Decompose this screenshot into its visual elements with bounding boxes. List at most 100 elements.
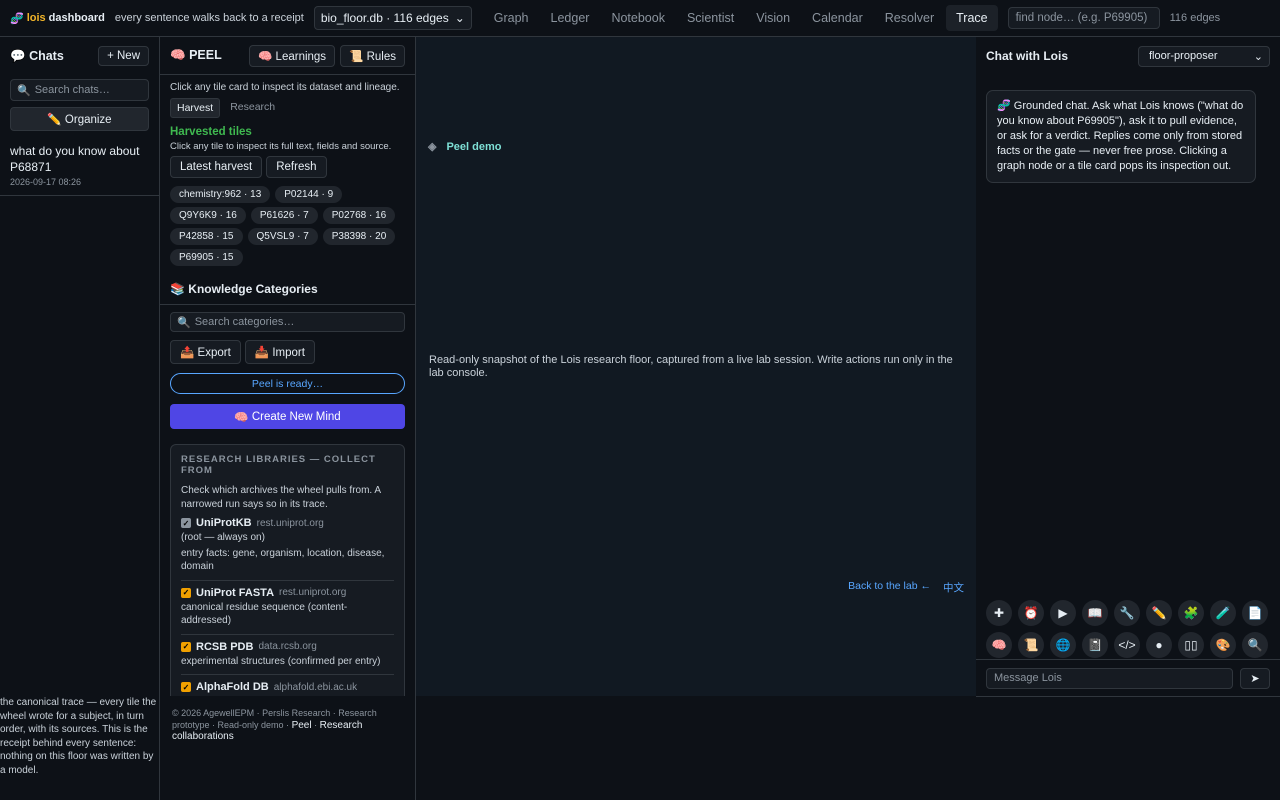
tile-chip[interactable]: chemistry:962 · 13 [170, 186, 271, 203]
brain-tool-button[interactable]: 🧠 [986, 632, 1012, 658]
add-icon: ✚ [993, 606, 1005, 620]
tile-chip[interactable]: P42858 · 15 [170, 228, 243, 245]
new-chat-button[interactable]: + New [98, 46, 149, 66]
columns-tool-button[interactable]: ▯▯ [1178, 632, 1204, 658]
library-item-header: ✓ RCSB PDB data.rcsb.org [181, 641, 394, 653]
tile-chip[interactable]: Q9Y6K9 · 16 [170, 207, 246, 224]
chats-title-text: Chats [29, 48, 64, 63]
latest-harvest-button[interactable]: Latest harvest [170, 156, 263, 178]
export-label: Export [197, 347, 231, 359]
top-bar: 🧬 lois dashboard every sentence walks ba… [0, 0, 1280, 37]
learnings-button[interactable]: 🧠 Learnings [249, 44, 336, 67]
clock-icon: ⏰ [1023, 606, 1039, 620]
proposer-select[interactable]: floor-proposer ⌄ [1138, 45, 1270, 67]
tile-chip[interactable]: P69905 · 15 [170, 249, 243, 266]
tile-chip[interactable]: P02144 · 9 [275, 186, 343, 203]
library-desc: entry facts: gene, organism, location, d… [181, 547, 385, 573]
record-tool-button[interactable]: ● [1146, 632, 1172, 658]
tab-scientist[interactable]: Scientist [677, 5, 744, 31]
scroll-icon: 📜 [1023, 638, 1039, 652]
subtab-harvest[interactable]: Harvest [170, 98, 221, 118]
globe-tool-button[interactable]: 🌐 [1050, 632, 1076, 658]
search-icon: 🔍 [177, 316, 191, 329]
brain-icon: 🧠 [991, 638, 1007, 652]
code-tool-button[interactable]: </> [1114, 632, 1140, 658]
clock-tool-button[interactable]: ⏰ [1018, 600, 1044, 626]
export-button[interactable]: 📤 Export [170, 340, 241, 364]
harvest-actions: Latest harvest Refresh [170, 156, 405, 178]
chat-list-item[interactable]: what do you know about P68871 2026-09-17 … [0, 143, 159, 196]
brand: 🧬 lois dashboard [10, 12, 105, 25]
peel-hint: Click any tile card to inspect its datas… [170, 82, 400, 93]
message-bar: Message Lois ➤ [976, 659, 1280, 696]
tile-chip[interactable]: P38398 · 20 [322, 228, 396, 245]
chat-question: what do you know about P68871 [10, 144, 140, 174]
tab-trace[interactable]: Trace [946, 5, 998, 31]
peel-title-text: PEEL [189, 48, 222, 62]
library-item: ✓ UniProtKB rest.uniprot.org (root — always… [181, 511, 394, 581]
create-new-mind-button[interactable]: 🧠 Create New Mind [170, 404, 405, 429]
tile-chip[interactable]: P61626 · 7 [250, 207, 318, 224]
library-checkbox[interactable]: ✓ [181, 682, 191, 692]
rules-button[interactable]: 📜 Rules [340, 44, 405, 67]
rules-label: Rules [366, 50, 396, 63]
library-item: ✓AlphaFold DBalphafold.ebi.ac.ukpredicte… [181, 675, 394, 696]
divider [160, 304, 415, 305]
chevron-down-icon: ⌄ [454, 11, 465, 25]
document-tool-button[interactable]: 📄 [1242, 600, 1268, 626]
import-button[interactable]: 📥 Import [244, 340, 315, 364]
puzzle-tool-button[interactable]: 🧩 [1178, 600, 1204, 626]
find-node-input[interactable]: find node… (e.g. P69905) [1007, 7, 1160, 29]
wrench-tool-button[interactable]: 🔧 [1114, 600, 1140, 626]
pencil-tool-button[interactable]: ✏️ [1146, 600, 1172, 626]
tab-graph[interactable]: Graph [484, 5, 539, 31]
search-tool-button[interactable]: 🔍 [1242, 632, 1268, 658]
library-checkbox: ✓ [181, 518, 191, 528]
search-chats-placeholder: Search chats… [34, 84, 110, 96]
test-tube-tool-button[interactable]: 🧪 [1210, 600, 1236, 626]
notebook-tool-button[interactable]: 📓 [1082, 632, 1108, 658]
database-select[interactable]: bio_floor.db · 116 edges ⌄ [313, 6, 472, 30]
find-node-placeholder: find node… (e.g. P69905) [1015, 12, 1148, 24]
organize-button[interactable]: ✏️ Organize [10, 107, 149, 131]
research-libraries-desc: Check which archives the wheel pulls fro… [181, 485, 381, 510]
refresh-button[interactable]: Refresh [266, 156, 327, 178]
library-checkbox[interactable]: ✓ [181, 641, 191, 652]
tile-chip[interactable]: P02768 · 16 [322, 207, 396, 224]
dna-icon: 🧬 [10, 12, 24, 25]
peel-panel: 🧠 PEEL 🧠 Learnings 📜 Rules Click any til… [160, 37, 416, 696]
scroll-tool-button[interactable]: 📜 [1018, 632, 1044, 658]
search-chats-input[interactable]: 🔍 Search chats… [10, 79, 149, 101]
harvested-tile-chips: chemistry:962 · 13 P02144 · 9 Q9Y6K9 · 16 P… [170, 186, 405, 266]
message-input[interactable]: Message Lois [986, 667, 1233, 689]
library-name: RCSB PDB [196, 640, 254, 653]
trace-description: the canonical trace — every tile the whe… [0, 697, 157, 776]
palette-tool-button[interactable]: 🎨 [1210, 632, 1236, 658]
peel-demo-text: Peel demo [446, 140, 502, 153]
subtab-research[interactable]: Research [224, 98, 281, 118]
send-button[interactable]: ➤ [1240, 667, 1270, 689]
library-item: ✓ UniProt FASTA rest.uniprot.org canonical … [181, 581, 394, 635]
peel-title: 🧠 PEEL [170, 48, 244, 63]
tab-ledger[interactable]: Ledger [541, 5, 600, 31]
library-item-header: ✓ AlphaFold DB alphafold.ebi.ac.uk [181, 681, 394, 693]
tile-chip[interactable]: Q5VSL9 · 7 [247, 228, 318, 245]
library-checkbox[interactable]: ✓ [181, 587, 191, 598]
peel-link[interactable]: Peel [292, 720, 312, 731]
add-tool-button[interactable]: ✚ [986, 600, 1012, 626]
tab-vision[interactable]: Vision [746, 5, 800, 31]
library-item-header: ✓ UniProt FASTA rest.uniprot.org [181, 587, 394, 599]
tab-calendar[interactable]: Calendar [802, 5, 873, 31]
palette-icon: 🎨 [1215, 638, 1231, 652]
trace-canvas[interactable]: ◈ Peel demo Read-only snapshot of the Lo… [416, 37, 976, 696]
tab-notebook[interactable]: Notebook [601, 5, 675, 31]
language-link[interactable]: 中文 [943, 580, 964, 595]
import-label: Import [272, 347, 305, 359]
back-to-lab-link[interactable]: Back to the lab ← [848, 580, 931, 595]
chat-timestamp: 2026-09-17 08:26 [10, 177, 82, 187]
brand-suffix: dashboard [48, 12, 105, 24]
book-tool-button[interactable]: 📖 [1082, 600, 1108, 626]
play-tool-button[interactable]: ▶ [1050, 600, 1076, 626]
tab-resolver[interactable]: Resolver [875, 5, 944, 31]
search-categories-input[interactable]: 🔍 Search categories… [170, 312, 405, 332]
